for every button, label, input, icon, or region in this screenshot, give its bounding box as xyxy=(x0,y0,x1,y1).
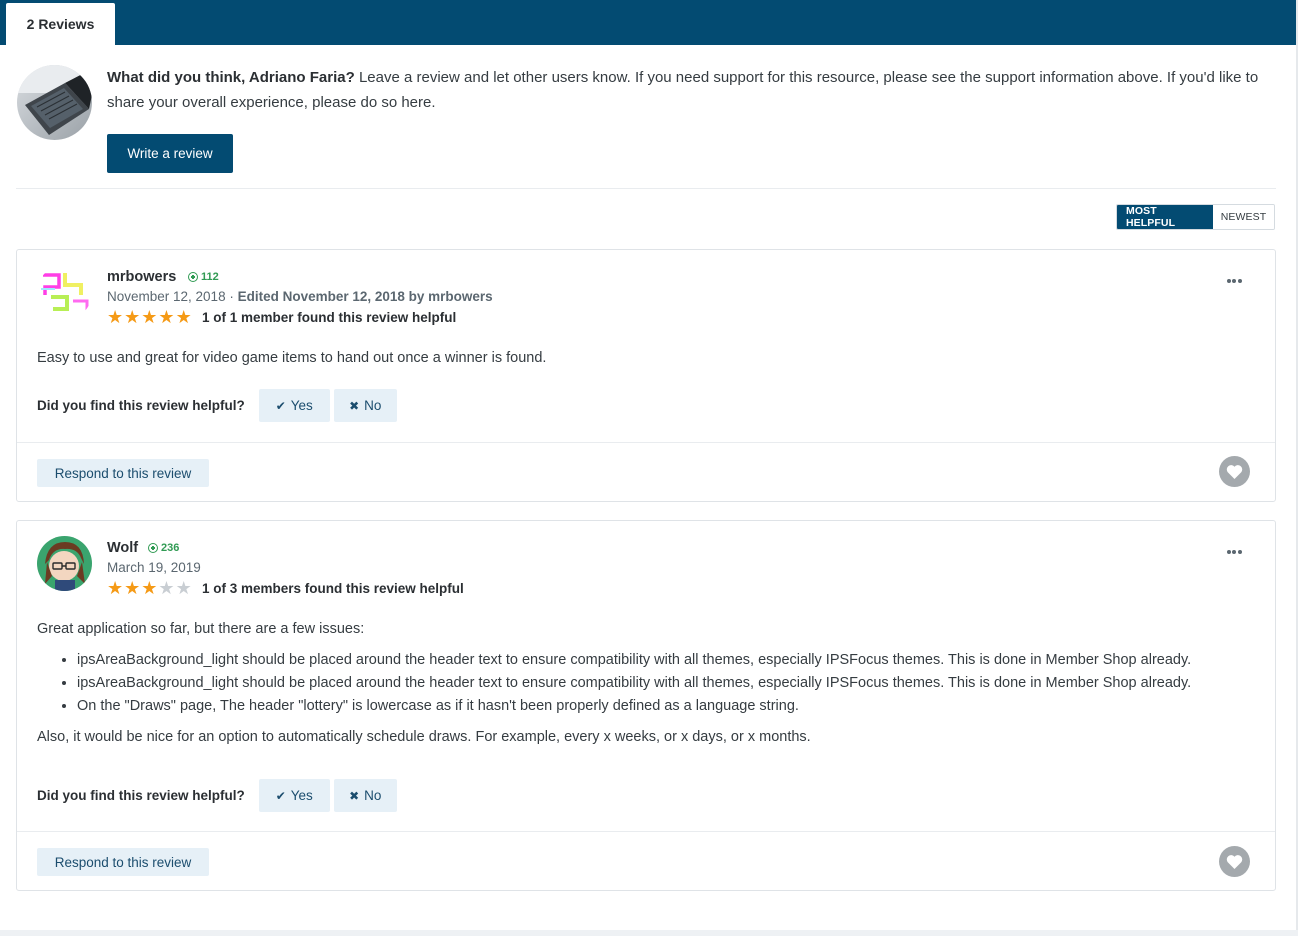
sort-toggle: MOST HELPFUL NEWEST xyxy=(1116,204,1275,230)
star-icon: ★ xyxy=(158,578,175,598)
ellipsis-icon[interactable] xyxy=(1226,270,1244,286)
vote-no-label: No xyxy=(364,788,382,803)
helpful-question: Did you find this review helpful? xyxy=(37,788,245,803)
review-text: Easy to use and great for video game ite… xyxy=(37,350,547,366)
ellipsis-icon[interactable] xyxy=(1226,541,1244,557)
heart-icon[interactable] xyxy=(1219,846,1250,877)
list-item: ipsAreaBackground_light should be placed… xyxy=(77,672,1237,695)
review-text-intro: Great application so far, but there are … xyxy=(37,621,365,637)
review-text-outro: Also, it would be nice for an option to … xyxy=(37,729,811,745)
review-date: November 12, 2018 · Edited November 12, … xyxy=(107,289,493,304)
author-avatar[interactable] xyxy=(37,265,92,320)
vote-no-label: No xyxy=(364,398,382,413)
star-icon: ★ xyxy=(175,578,192,598)
reputation-count: 112 xyxy=(201,271,219,283)
vote-no-button[interactable]: ✖ No xyxy=(333,389,397,422)
divider xyxy=(17,442,1275,443)
plus-circle-icon xyxy=(188,272,198,282)
reputation-badge[interactable]: 112 xyxy=(188,271,219,283)
review-card: mrbowers 112 November 12, 2018 · Edited … xyxy=(16,249,1276,502)
review-body: Easy to use and great for video game ite… xyxy=(37,347,1237,370)
star-icon: ★ xyxy=(158,307,175,327)
current-user-avatar[interactable] xyxy=(17,65,92,140)
tab-reviews[interactable]: 2 Reviews xyxy=(6,3,115,45)
checkmark-icon: ✔ xyxy=(275,398,286,413)
divider xyxy=(17,831,1275,832)
vote-yes-button[interactable]: ✔ Yes xyxy=(258,389,330,422)
helpful-vote-row: Did you find this review helpful? ✔ Yes ✖… xyxy=(37,779,401,812)
star-icon: ★ xyxy=(141,307,158,327)
sort-newest-button[interactable]: NEWEST xyxy=(1213,205,1274,229)
helpful-vote-row: Did you find this review helpful? ✔ Yes ✖… xyxy=(37,389,401,422)
star-rating: ★ ★ ★ ★ ★ xyxy=(107,308,192,326)
helpful-count: 1 of 3 members found this review helpful xyxy=(202,581,464,596)
review-edited-text: Edited November 12, 2018 by mrbowers xyxy=(237,289,493,304)
review-prompt-text: What did you think, Adriano Faria? Leave… xyxy=(107,65,1267,115)
heart-icon[interactable] xyxy=(1219,456,1250,487)
star-icon: ★ xyxy=(141,578,158,598)
reputation-count: 236 xyxy=(161,542,180,554)
checkmark-icon: ✔ xyxy=(275,788,286,803)
review-author[interactable]: mrbowers xyxy=(107,269,176,285)
helpful-count: 1 of 1 member found this review helpful xyxy=(202,310,457,325)
list-item: On the "Draws" page, The header "lottery… xyxy=(77,695,1237,718)
divider xyxy=(16,188,1276,189)
x-icon: ✖ xyxy=(349,788,360,803)
write-review-button[interactable]: Write a review xyxy=(107,134,233,173)
review-issue-list: ipsAreaBackground_light should be placed… xyxy=(77,649,1237,718)
author-avatar[interactable] xyxy=(37,536,92,591)
vote-no-button[interactable]: ✖ No xyxy=(333,779,397,812)
review-date-text[interactable]: November 12, 2018 xyxy=(107,289,226,304)
plus-circle-icon xyxy=(148,543,158,553)
x-icon: ✖ xyxy=(349,398,360,413)
star-icon: ★ xyxy=(175,307,192,327)
star-icon: ★ xyxy=(124,578,141,598)
review-date[interactable]: March 19, 2019 xyxy=(107,560,201,575)
respond-to-review-button[interactable]: Respond to this review xyxy=(37,848,209,876)
vote-yes-label: Yes xyxy=(290,788,313,803)
reputation-badge[interactable]: 236 xyxy=(148,542,179,554)
star-icon: ★ xyxy=(124,307,141,327)
vote-yes-label: Yes xyxy=(290,398,313,413)
star-icon: ★ xyxy=(107,307,124,327)
page-bottom-edge xyxy=(0,930,1298,936)
review-prompt-question: What did you think, Adriano Faria? xyxy=(107,69,355,86)
review-author[interactable]: Wolf xyxy=(107,540,138,556)
list-item: ipsAreaBackground_light should be placed… xyxy=(77,649,1237,672)
sort-most-helpful-button[interactable]: MOST HELPFUL xyxy=(1117,205,1213,229)
review-body: Great application so far, but there are … xyxy=(37,618,1237,749)
tab-bar: 2 Reviews xyxy=(0,0,1296,45)
respond-to-review-button[interactable]: Respond to this review xyxy=(37,459,209,487)
vote-yes-button[interactable]: ✔ Yes xyxy=(258,779,330,812)
star-icon: ★ xyxy=(107,578,124,598)
review-card: Wolf 236 March 19, 2019 ★ ★ ★ ★ ★ 1 of 3… xyxy=(16,520,1276,891)
helpful-question: Did you find this review helpful? xyxy=(37,398,245,413)
star-rating: ★ ★ ★ ★ ★ xyxy=(107,579,192,597)
